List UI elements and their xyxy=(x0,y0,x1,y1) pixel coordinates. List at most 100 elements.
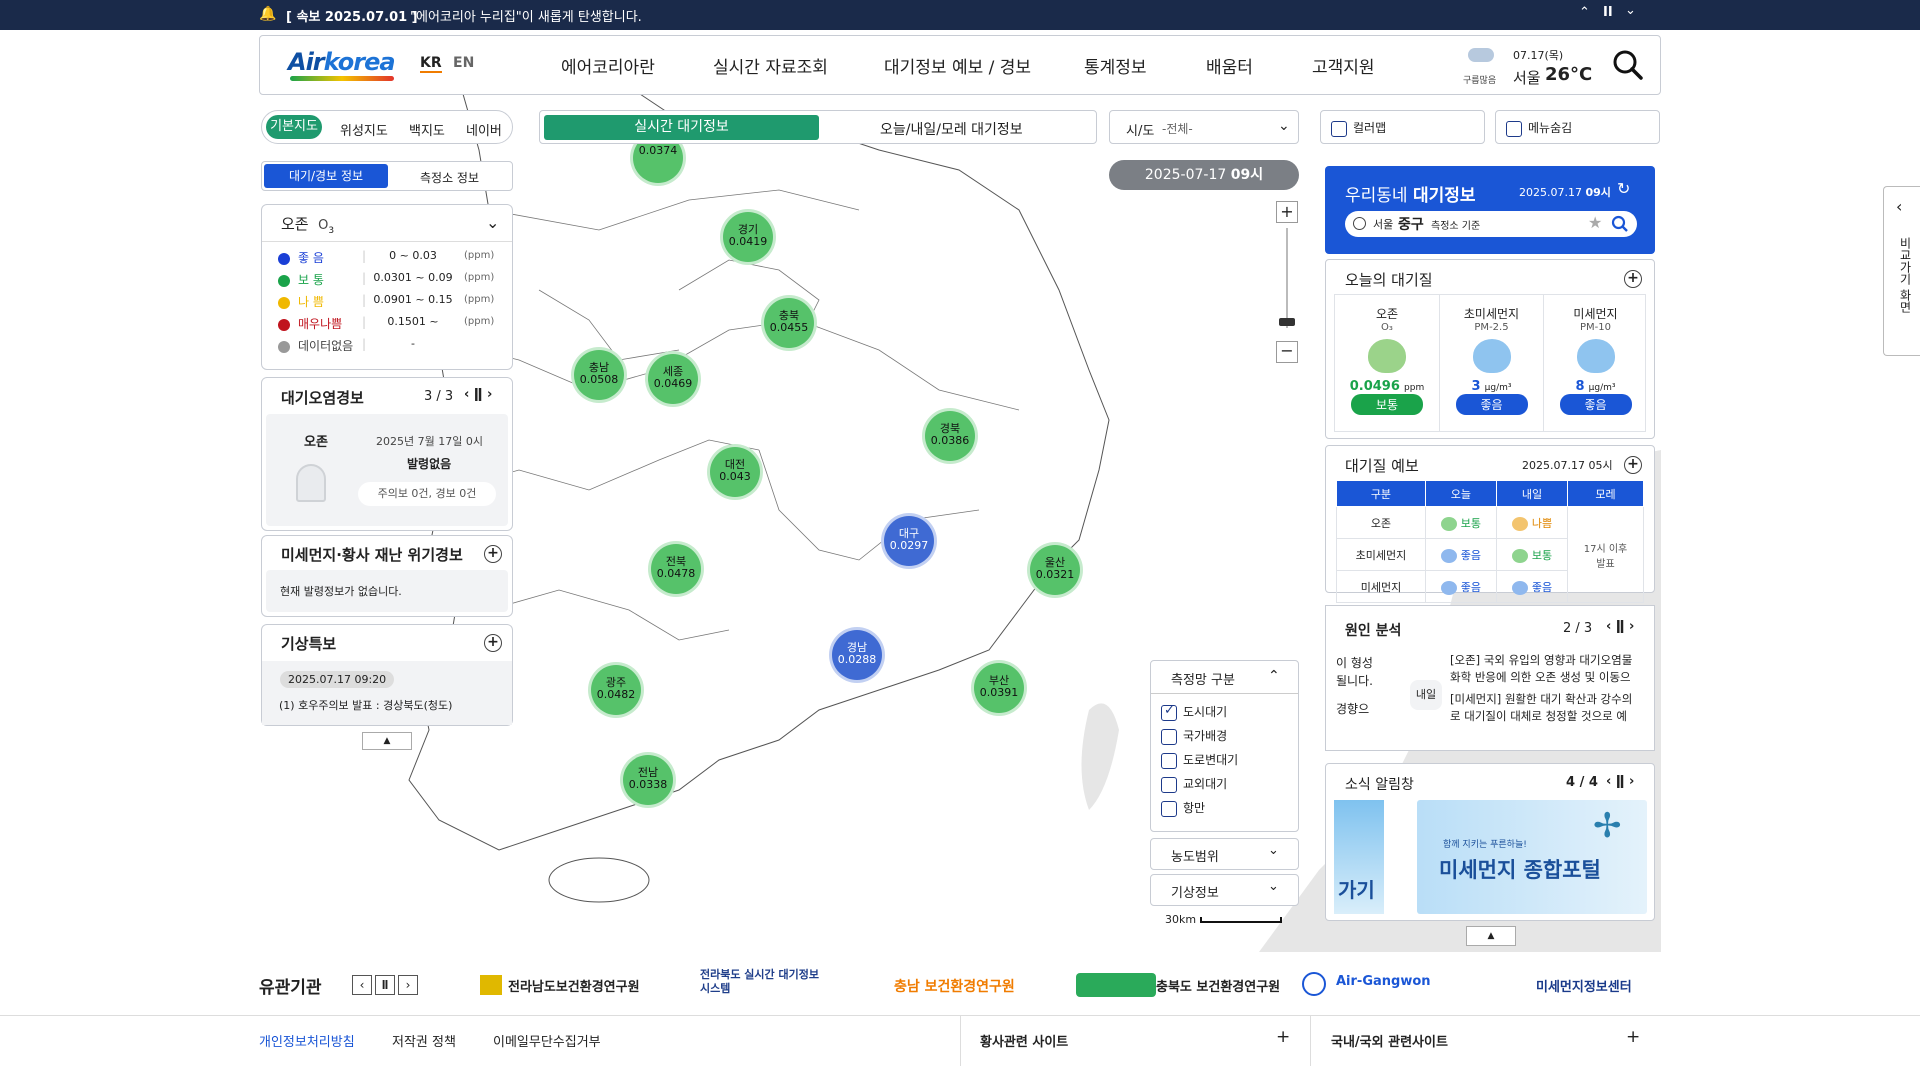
pager-controls[interactable]: ‹ ǁ › xyxy=(1606,619,1634,634)
checkbox-icon[interactable] xyxy=(1331,120,1347,137)
tab-air-alert-info[interactable]: 대기/경보 정보 xyxy=(264,164,388,188)
network-option[interactable]: 교외대기 xyxy=(1161,775,1238,799)
plus-icon[interactable]: + xyxy=(1276,1027,1290,1047)
partner-chungnam[interactable]: 충남 보건환경연구원 xyxy=(894,976,1015,996)
network-option[interactable]: 항만 xyxy=(1161,799,1238,823)
checkbox-icon[interactable] xyxy=(1161,800,1177,817)
map-marker[interactable]: 경북 0.0386 xyxy=(925,411,975,461)
pause-icon[interactable]: II xyxy=(1603,5,1613,20)
tab-naver-map[interactable]: 네이버 xyxy=(466,120,502,139)
chevron-down-icon[interactable]: ⌄ xyxy=(1625,3,1636,18)
nav-realtime[interactable]: 실시간 자료조회 xyxy=(713,53,828,78)
hide-menu-toggle[interactable]: 메뉴숨김 xyxy=(1495,110,1660,144)
news-banner-current[interactable]: 함께 지키는 푸른하늘! 미세먼지 종합포털 ✢ xyxy=(1417,800,1647,914)
plus-icon[interactable]: + xyxy=(1626,1027,1640,1047)
nav-statistics[interactable]: 통계정보 xyxy=(1084,53,1147,78)
map-marker[interactable]: 충북 0.0455 xyxy=(764,298,814,348)
map-marker[interactable]: 울산 0.0321 xyxy=(1030,545,1080,595)
map-marker[interactable]: 전남 0.0338 xyxy=(623,755,673,805)
map-marker[interactable]: 경기 0.0419 xyxy=(723,212,773,262)
news-banner-prev[interactable]: 가기 xyxy=(1334,800,1384,914)
yellow-dust-sites[interactable]: 황사관련 사이트 xyxy=(980,1031,1068,1050)
checkbox-icon[interactable] xyxy=(1506,120,1522,137)
nav-about[interactable]: 에어코리아란 xyxy=(561,53,655,78)
legend-range: 0.0901 ~ 0.15 xyxy=(373,293,453,306)
privacy-policy-link[interactable]: 개인정보처리방침 xyxy=(259,1031,355,1050)
network-option[interactable]: 도시대기 xyxy=(1161,703,1238,727)
marker-value: 0.0338 xyxy=(628,778,668,791)
collapse-left-panel-button[interactable]: ▲ xyxy=(362,732,412,750)
tab-station-info[interactable]: 측정소 정보 xyxy=(420,169,479,186)
sido-select[interactable]: 시/도 -전체- ⌄ xyxy=(1109,110,1299,144)
dust-crisis-title: 미세먼지·황사 재난 위기경보 xyxy=(281,546,463,564)
zoom-out-button[interactable]: − xyxy=(1276,341,1298,363)
tab-daily-forecast[interactable]: 오늘/내일/모레 대기정보 xyxy=(880,119,1023,139)
colormap-toggle[interactable]: 컬러맵 xyxy=(1320,110,1485,144)
lang-kr-button[interactable]: KR xyxy=(420,55,442,73)
weather-info-dropdown[interactable]: 기상정보 ⌄ xyxy=(1150,874,1299,906)
concentration-range-dropdown[interactable]: 농도범위 ⌄ xyxy=(1150,838,1299,870)
lang-en-button[interactable]: EN xyxy=(453,55,474,71)
map-marker[interactable]: 충남 0.0508 xyxy=(574,350,624,400)
plus-icon[interactable]: + xyxy=(484,545,502,563)
partner-gangwon[interactable]: Air-Gangwon xyxy=(1336,974,1431,989)
station-search-input[interactable]: 서울 중구 측정소 기준 ★ xyxy=(1345,211,1637,237)
chevron-up-icon[interactable]: ⌃ xyxy=(1268,668,1280,684)
nav-learning[interactable]: 배움터 xyxy=(1206,53,1253,78)
chevron-down-icon[interactable]: ⌄ xyxy=(486,213,499,232)
partner-chungbuk[interactable]: 충북도 보건환경연구원 xyxy=(1156,976,1306,995)
pager-controls[interactable]: ‹ ǁ › xyxy=(464,387,492,402)
weather-sky: 구름많음 xyxy=(1463,76,1497,86)
map-marker[interactable]: 광주 0.0482 xyxy=(591,665,641,715)
airkorea-logo[interactable]: Airkorea xyxy=(288,48,396,81)
checkbox-icon[interactable] xyxy=(1161,752,1177,769)
plus-icon[interactable]: + xyxy=(1624,456,1642,474)
zoom-in-button[interactable]: + xyxy=(1276,201,1298,223)
collapse-right-panel-button[interactable]: ▲ xyxy=(1466,926,1516,946)
network-option[interactable]: 국가배경 xyxy=(1161,727,1238,751)
tab-blank-map[interactable]: 백지도 xyxy=(409,120,445,139)
partner-jeonnam[interactable]: 전라남도보건환경연구원 xyxy=(508,976,640,995)
nav-support[interactable]: 고객지원 xyxy=(1312,53,1375,78)
zoom-slider-handle[interactable] xyxy=(1279,318,1295,326)
checkbox-icon[interactable] xyxy=(1161,703,1177,721)
map-marker[interactable]: 경남 0.0288 xyxy=(832,630,882,680)
plus-icon[interactable]: + xyxy=(1624,270,1642,288)
copyright-policy-link[interactable]: 저작권 정책 xyxy=(392,1031,456,1050)
map-marker[interactable]: 대구 0.0297 xyxy=(884,516,934,566)
chevron-up-icon[interactable]: ⌃ xyxy=(1579,5,1590,20)
map-marker[interactable]: 대전 0.043 xyxy=(710,447,760,497)
compare-side-tab[interactable]: ‹ 비교가기 화면 xyxy=(1883,186,1920,356)
bell-icon: 🔔 xyxy=(259,6,277,22)
chevron-left-icon: ‹ xyxy=(1896,197,1903,216)
tab-satellite-map[interactable]: 위성지도 xyxy=(340,120,388,139)
map-marker[interactable]: 세종 0.0469 xyxy=(648,354,698,404)
pause-button[interactable]: ǁ xyxy=(375,975,395,995)
today-item[interactable]: 미세먼지 PM-10 8 μg/m³ 좋음 xyxy=(1543,295,1647,431)
local-city: 서울 xyxy=(1373,218,1394,231)
related-sites[interactable]: 국내/국외 관련사이트 xyxy=(1331,1031,1448,1050)
tab-basic-map[interactable]: 기본지도 xyxy=(266,115,322,139)
checkbox-icon[interactable] xyxy=(1161,728,1177,745)
tab-realtime-air[interactable]: 실시간 대기정보 xyxy=(544,115,819,140)
refresh-icon[interactable]: ↻ xyxy=(1617,179,1630,198)
prev-button[interactable]: ‹ xyxy=(352,975,372,995)
map-marker[interactable]: 전북 0.0478 xyxy=(651,544,701,594)
map-marker[interactable]: 부산 0.0391 xyxy=(974,663,1024,713)
network-option[interactable]: 도로변대기 xyxy=(1161,751,1238,775)
nav-forecast[interactable]: 대기정보 예보 / 경보 xyxy=(884,53,1031,78)
star-icon[interactable]: ★ xyxy=(1588,213,1602,232)
today-item[interactable]: 초미세먼지 PM-2.5 3 μg/m³ 좋음 xyxy=(1439,295,1543,431)
zoom-slider[interactable] xyxy=(1286,228,1288,328)
search-icon[interactable] xyxy=(1611,48,1645,82)
today-item[interactable]: 오존 O₃ 0.0496 ppm 보통 xyxy=(1335,295,1439,431)
notice-text[interactable]: "에어코리아 누리집"이 새롭게 탄생합니다. xyxy=(410,6,642,25)
partner-dust-center[interactable]: 미세먼지정보센터 xyxy=(1536,976,1632,995)
partner-jeonbuk[interactable]: 전라북도 실시간 대기정보 시스템 xyxy=(700,968,830,996)
email-policy-link[interactable]: 이메일무단수집거부 xyxy=(493,1031,601,1050)
search-icon[interactable] xyxy=(1611,215,1629,233)
checkbox-icon[interactable] xyxy=(1161,776,1177,793)
next-button[interactable]: › xyxy=(398,975,418,995)
plus-icon[interactable]: + xyxy=(484,634,502,652)
pager-controls[interactable]: ‹ ǁ › xyxy=(1606,774,1634,789)
